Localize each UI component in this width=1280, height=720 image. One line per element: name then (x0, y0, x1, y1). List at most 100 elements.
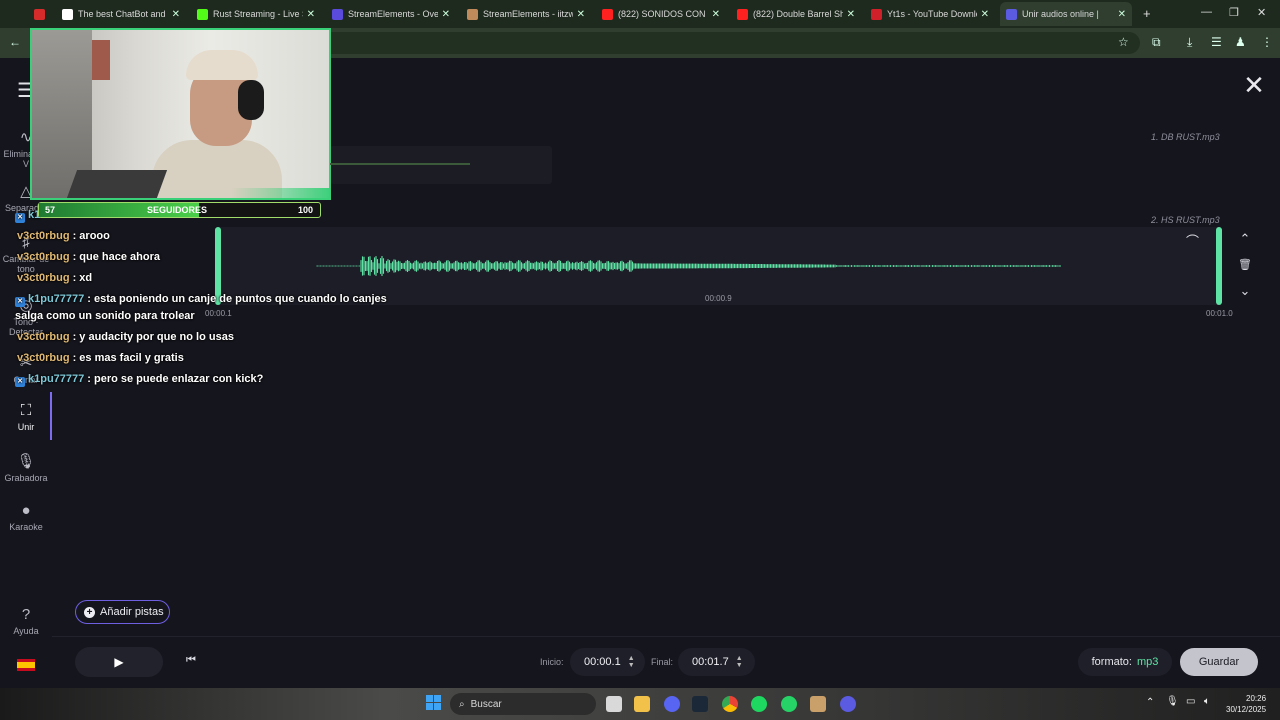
karaoke-icon: ● (21, 502, 31, 519)
track-1-waveform[interactable] (330, 146, 552, 184)
tab-title: (822) SONIDOS CON PU (618, 9, 708, 19)
tab-close-icon[interactable]: ✕ (442, 9, 450, 20)
followers-label: SEGUIDORES (147, 205, 208, 215)
sidebar-item-karaoke[interactable]: ● Karaoke (0, 502, 52, 532)
tray-chevron-icon[interactable]: ⌃ (1146, 697, 1154, 708)
tab-title: Rust Streaming - Live St (213, 9, 303, 19)
join-icon: ⛶ (20, 402, 32, 419)
tab-title: StreamElements - Overla (348, 9, 438, 19)
tab-close-icon[interactable]: ✕ (1118, 9, 1126, 20)
chat-text: : que hace ahora (72, 251, 160, 263)
browser-tab[interactable]: StreamElements - iitzwo ✕ (461, 2, 591, 26)
rewind-icon[interactable]: ⏮ (186, 654, 196, 667)
menu-dots-icon[interactable]: ⋮ (1261, 35, 1273, 49)
play-button[interactable]: ▶ (75, 647, 163, 677)
chat-text: salga como un sonido para trolear (15, 310, 195, 322)
start-label: Inicio: (540, 657, 564, 667)
tab-close-icon[interactable]: ✕ (307, 9, 315, 20)
tab-favicon-icon (737, 8, 748, 20)
browser-tab[interactable]: (822) SONIDOS CON PU ✕ (596, 2, 726, 26)
time-marker-end: 00:01.0 (1206, 309, 1233, 318)
play-icon: ▶ (114, 655, 124, 669)
add-tracks-button[interactable]: + Añadir pistas (75, 600, 170, 624)
back-icon[interactable]: ← (9, 35, 21, 49)
taskbar-clock[interactable]: 20:26 30/12/2025 (1226, 693, 1266, 715)
start-time-value: 00:00.1 (584, 656, 621, 668)
tab-title: The best ChatBot and W (78, 9, 168, 19)
browser-tab[interactable]: The best ChatBot and W ✕ (56, 2, 186, 26)
tab-close-icon[interactable]: ✕ (981, 9, 989, 20)
browser-tab[interactable]: Rust Streaming - Live St ✕ (191, 2, 321, 26)
chat-username: k1pu77777 (28, 293, 85, 305)
app-icon[interactable] (810, 696, 826, 712)
browser-tab[interactable] (28, 2, 52, 26)
tray-mic-icon[interactable]: 🎙︎ (1166, 696, 1179, 707)
tab-title: Unir audios online | (1022, 9, 1099, 19)
extensions-icon[interactable]: ⧉ (1152, 35, 1161, 50)
save-button[interactable]: Guardar (1180, 648, 1258, 676)
stepper-icon[interactable]: ▲ ▼ (628, 655, 635, 669)
browser-tab[interactable]: Yt1s - YouTube Downloa ✕ (865, 2, 995, 26)
clock-date: 30/12/2025 (1226, 705, 1267, 714)
end-time-input[interactable]: 00:01.7 ▲ ▼ (678, 648, 755, 676)
sidebar-item-recorder[interactable]: 🎙︎ Grabadora (0, 452, 52, 483)
minimize-icon[interactable]: — (1201, 6, 1212, 18)
close-editor-icon[interactable]: ✕ (1241, 72, 1267, 98)
steam-icon[interactable] (692, 696, 708, 712)
tab-favicon-icon (62, 8, 73, 20)
discord-icon[interactable] (664, 696, 680, 712)
format-selector[interactable]: formato: mp3 (1078, 648, 1172, 676)
browser-tab[interactable]: Unir audios online | ✕ (1000, 2, 1132, 26)
chat-message: salga como un sonido para trolear (15, 310, 195, 322)
webcam-overlay (30, 28, 331, 200)
chrome-icon[interactable] (722, 696, 738, 712)
stepper-icon[interactable]: ▲ ▼ (736, 655, 743, 669)
task-view-icon[interactable] (606, 696, 622, 712)
tray-volume-icon[interactable]: 🔈︎ (1204, 696, 1210, 707)
language-selector[interactable] (0, 659, 52, 673)
tray-network-icon[interactable]: ▭ (1186, 696, 1195, 707)
windows-start-icon[interactable] (426, 695, 441, 710)
profile-icon[interactable]: ♟ (1235, 35, 1246, 49)
trim-end-handle[interactable] (1216, 227, 1222, 305)
tab-close-icon[interactable]: ✕ (847, 9, 855, 20)
reading-list-icon[interactable]: ☰ (1211, 35, 1222, 49)
chat-username: v3ct0rbug (17, 352, 70, 364)
move-up-icon[interactable]: ⌃ (1236, 231, 1254, 247)
obs-icon[interactable] (840, 696, 856, 712)
webcam-accent (232, 188, 329, 198)
add-tracks-label: Añadir pistas (100, 606, 164, 618)
whatsapp-icon[interactable] (781, 696, 797, 712)
fade-icon[interactable]: ⌒ (1186, 231, 1199, 250)
maximize-icon[interactable]: ❐ (1229, 6, 1239, 19)
followers-current: 57 (45, 205, 56, 215)
start-time-input[interactable]: 00:00.1 ▲ ▼ (570, 648, 645, 676)
new-tab-button[interactable]: + (1143, 6, 1151, 21)
delete-icon[interactable]: 🗑︎ (1236, 258, 1254, 271)
plus-icon: + (84, 606, 95, 618)
tab-close-icon[interactable]: ✕ (712, 9, 720, 20)
waveform-path (316, 256, 1061, 276)
tab-close-icon[interactable]: ✕ (577, 9, 585, 20)
track-1-name: 1. DB RUST.mp3 (1151, 132, 1220, 142)
browser-tab[interactable]: StreamElements - Overla ✕ (326, 2, 456, 26)
tab-favicon-icon (871, 8, 882, 20)
chat-message: v3ct0rbug: y audacity por que no lo usas (17, 331, 234, 343)
tab-favicon-icon (467, 8, 478, 20)
sidebar-item-join[interactable]: ⛶ Unir (0, 402, 52, 432)
chat-message: v3ct0rbug: es mas facil y gratis (17, 352, 184, 364)
tab-close-icon[interactable]: ✕ (172, 9, 180, 20)
file-explorer-icon[interactable] (634, 696, 650, 712)
chat-text: : arooo (72, 230, 110, 242)
sidebar-item-help[interactable]: ? Ayuda (0, 606, 52, 636)
kick-badge-icon: ✕ (15, 377, 25, 387)
taskbar-search[interactable]: ⌕ Buscar (450, 693, 596, 715)
close-window-icon[interactable]: ✕ (1257, 6, 1266, 19)
download-icon[interactable]: ⤓ (1187, 35, 1192, 50)
move-down-icon[interactable]: ⌄ (1236, 283, 1254, 299)
spotify-icon[interactable] (751, 696, 767, 712)
browser-tab[interactable]: (822) Double Barrel Sho ✕ (731, 2, 861, 26)
bookmark-star-icon[interactable]: ☆ (1118, 35, 1129, 49)
track-2-name: 2. HS RUST.mp3 (1151, 215, 1220, 225)
chat-username: v3ct0rbug (17, 251, 70, 263)
